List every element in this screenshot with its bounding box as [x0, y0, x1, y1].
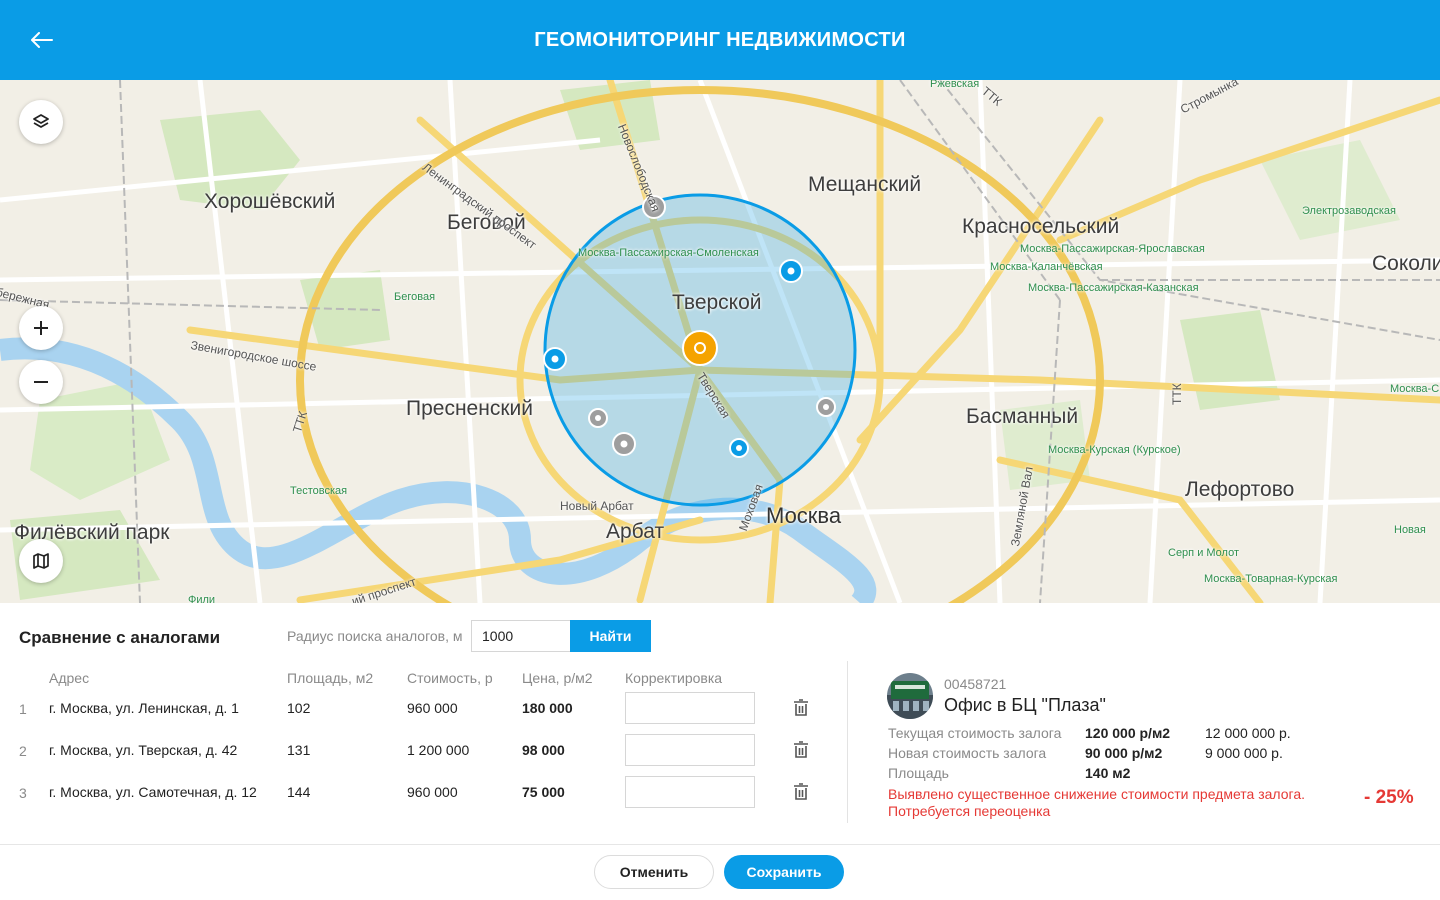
row-cost: 960 000: [407, 784, 458, 800]
layers-icon: [33, 114, 49, 128]
main-object-marker[interactable]: [682, 330, 718, 366]
district-label: Соколина: [1372, 252, 1440, 275]
station-label: Тестовская: [290, 485, 348, 497]
station-label: Москва-Каланчёвская: [990, 261, 1103, 273]
station-label: Москва-Пассажирская-Смоленская: [578, 247, 759, 259]
current-value-per-m2: 120 000 р/м2: [1085, 725, 1171, 741]
area-label: Площадь: [888, 765, 949, 781]
row-price: 98 000: [522, 742, 565, 758]
district-label: Красносельский: [962, 215, 1120, 238]
correction-input[interactable]: [625, 692, 755, 724]
object-photo: [887, 673, 933, 719]
find-button[interactable]: Найти: [570, 620, 651, 652]
city-label: Москва: [766, 503, 842, 528]
zoom-in-button[interactable]: [19, 306, 63, 350]
revaluation-warning: Выявлено существенное снижение стоимости…: [888, 786, 1305, 820]
column-header-correction: Корректировка: [625, 670, 723, 686]
district-label: Хорошёвский: [204, 190, 336, 213]
value-change-badge: - 25%: [1364, 787, 1414, 808]
district-label: Тверской: [672, 291, 762, 314]
row-price: 75 000: [522, 784, 565, 800]
row-price: 180 000: [522, 700, 573, 716]
area-value: 140 м2: [1085, 765, 1131, 781]
plus-icon: [34, 321, 48, 335]
row-area: 131: [287, 742, 311, 758]
row-address: г. Москва, ул. Тверская, д. 42: [49, 742, 238, 758]
row-address: г. Москва, ул. Ленинская, д. 1: [49, 700, 239, 716]
correction-input[interactable]: [625, 776, 755, 808]
column-header-price: Цена, р/м2: [522, 670, 593, 686]
district-label: Арбат: [606, 520, 665, 543]
new-value-per-m2: 90 000 р/м2: [1085, 745, 1163, 761]
row-cost: 1 200 000: [407, 742, 470, 758]
analog-marker[interactable]: [779, 259, 803, 283]
station-label: Беговая: [394, 291, 436, 303]
trash-icon[interactable]: [793, 783, 809, 801]
district-label: Мещанский: [808, 173, 922, 196]
district-label: Басманный: [966, 405, 1079, 428]
trash-icon[interactable]: [793, 741, 809, 759]
warning-line: Выявлено существенное снижение стоимости…: [888, 786, 1306, 802]
station-label: Москва-Курская (Курское): [1048, 444, 1181, 456]
row-address: г. Москва, ул. Самотечная, д. 12: [49, 784, 257, 800]
layers-button[interactable]: [19, 100, 63, 144]
street-label: Новый Арбат: [560, 499, 634, 513]
station-label: Москва-Товарная-Курская: [1204, 573, 1338, 585]
station-label: Москва-С: [1390, 383, 1440, 395]
station-label: Фили: [188, 594, 216, 603]
analog-marker[interactable]: [729, 438, 749, 458]
radius-input[interactable]: [471, 620, 571, 652]
warning-line: Потребуется переоценка: [888, 803, 1051, 819]
station-label: Новая: [1394, 524, 1426, 536]
panel-title: Сравнение с аналогами: [19, 628, 221, 647]
station-label: Ржевская: [930, 80, 980, 90]
row-number: 3: [19, 785, 27, 801]
row-number: 2: [19, 743, 27, 759]
row-cost: 960 000: [407, 700, 458, 716]
page-title: ГЕОМОНИТОРИНГ НЕДВИЖИМОСТИ: [534, 28, 906, 51]
analog-marker[interactable]: [588, 408, 608, 428]
map-view[interactable]: Хорошёвский Беговой Мещанский Красносель…: [0, 80, 1440, 603]
footer: Отменить Сохранить: [0, 845, 1440, 900]
station-label: Москва-Пассажирская-Казанская: [1028, 282, 1199, 294]
analogs-panel: Сравнение с аналогами Радиус поиска анал…: [0, 603, 1440, 844]
trash-icon[interactable]: [793, 699, 809, 717]
station-label: Серп и Молот: [1168, 547, 1240, 559]
map-icon: [33, 553, 49, 569]
column-header-area: Площадь, м2: [287, 670, 374, 686]
current-value-label: Текущая стоимость залога: [888, 725, 1062, 741]
current-value-total: 12 000 000 р.: [1205, 725, 1291, 741]
station-label: Москва-Пассажирская-Ярославская: [1020, 243, 1205, 255]
district-label: Лефортово: [1185, 478, 1295, 501]
zoom-out-button[interactable]: [19, 360, 63, 404]
column-header-cost: Стоимость, р: [407, 670, 493, 686]
object-id: 00458721: [944, 676, 1007, 692]
save-button[interactable]: Сохранить: [724, 855, 844, 889]
row-area: 144: [287, 784, 311, 800]
analog-marker[interactable]: [543, 347, 567, 371]
app-header: ГЕОМОНИТОРИНГ НЕДВИЖИМОСТИ: [0, 0, 1440, 80]
object-name: Офис в БЦ "Плаза": [944, 695, 1106, 715]
row-number: 1: [19, 701, 27, 717]
correction-input[interactable]: [625, 734, 755, 766]
map-type-button[interactable]: [19, 539, 63, 583]
cancel-button[interactable]: Отменить: [594, 855, 714, 889]
new-value-total: 9 000 000 р.: [1205, 745, 1283, 761]
analog-marker[interactable]: [816, 397, 836, 417]
analog-marker[interactable]: [612, 432, 636, 456]
column-header-address: Адрес: [49, 670, 90, 686]
arrow-left-icon: [31, 32, 53, 48]
new-value-label: Новая стоимость залога: [888, 745, 1047, 761]
row-area: 102: [287, 700, 311, 716]
panel-divider: [847, 661, 848, 823]
district-label: Пресненский: [406, 397, 533, 420]
street-label: ТТК: [1170, 383, 1184, 405]
minus-icon: [34, 381, 48, 383]
radius-label: Радиус поиска аналогов, м: [287, 628, 463, 644]
station-label: Электрозаводская: [1302, 205, 1396, 217]
back-button[interactable]: [26, 24, 58, 56]
